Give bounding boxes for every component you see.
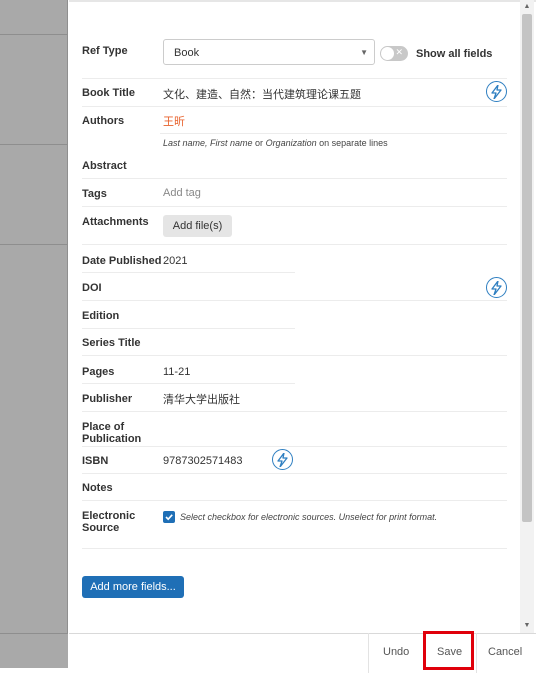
tags-label: Tags	[82, 188, 107, 200]
field-divider	[82, 244, 507, 245]
authors-hint-tail: on separate lines	[316, 138, 388, 148]
book-title-label: Book Title	[82, 87, 135, 99]
left-pane-divider	[0, 144, 67, 145]
pages-field[interactable]: 11-21	[163, 366, 190, 378]
field-divider	[160, 133, 507, 134]
field-divider	[82, 106, 507, 107]
undo-button[interactable]: Undo	[383, 646, 409, 658]
abstract-label: Abstract	[82, 160, 127, 172]
panel-top-border	[69, 0, 536, 2]
electronic-source-checkbox[interactable]	[163, 511, 175, 523]
authors-hint-name: Last name, First name	[163, 138, 253, 148]
show-all-fields-label: Show all fields	[416, 48, 493, 60]
add-more-fields-button[interactable]: Add more fields...	[82, 576, 184, 598]
authors-label: Authors	[82, 115, 125, 127]
caret-down-icon: ▼	[360, 48, 368, 57]
field-divider	[82, 300, 507, 301]
field-divider	[82, 500, 507, 501]
place-of-publication-label-line1: Place of	[82, 421, 125, 433]
electronic-source-label-line2: Source	[82, 522, 120, 534]
add-files-button[interactable]: Add file(s)	[163, 215, 232, 237]
field-divider	[82, 272, 295, 273]
authors-field[interactable]: 王昕	[163, 116, 185, 128]
doi-label: DOI	[82, 282, 102, 294]
lightning-bolt-icon[interactable]	[486, 81, 507, 102]
toggle-knob	[381, 47, 394, 60]
date-published-label: Date Published	[82, 255, 162, 267]
scroll-down-icon[interactable]: ▼	[520, 620, 534, 632]
field-divider	[82, 446, 507, 447]
scrollbar-thumb[interactable]	[522, 14, 532, 522]
toggle-off-icon: ✕	[395, 47, 403, 57]
authors-hint-org: Organization	[265, 138, 317, 148]
field-divider	[82, 411, 507, 412]
notes-label: Notes	[82, 482, 113, 494]
publisher-field[interactable]: 清华大学出版社	[163, 394, 240, 406]
lightning-bolt-icon[interactable]	[486, 277, 507, 298]
field-divider	[82, 78, 507, 79]
left-pane-bottom	[0, 633, 68, 668]
field-divider	[82, 328, 295, 329]
field-divider	[82, 355, 507, 356]
cancel-button[interactable]: Cancel	[488, 646, 522, 658]
save-highlight-box	[423, 631, 474, 670]
authors-hint: Last name, First name or Organization on…	[163, 137, 388, 149]
authors-hint-or: or	[252, 138, 266, 148]
isbn-label: ISBN	[82, 455, 109, 467]
background-left-pane	[0, 0, 68, 668]
field-divider	[82, 548, 507, 549]
left-pane-divider	[0, 34, 67, 35]
ref-type-select[interactable]: Book ▼	[163, 39, 375, 65]
place-of-publication-label-line2: Publication	[82, 433, 142, 445]
series-title-label: Series Title	[82, 337, 141, 349]
checkmark-icon	[165, 514, 173, 521]
lightning-bolt-icon[interactable]	[272, 449, 293, 470]
field-divider	[82, 178, 507, 179]
field-divider	[82, 206, 507, 207]
edition-label: Edition	[82, 310, 120, 322]
attachments-label: Attachments	[82, 216, 149, 228]
footer-divider	[368, 633, 369, 673]
tags-input[interactable]: Add tag	[163, 187, 201, 199]
scroll-up-icon[interactable]: ▲	[520, 1, 534, 13]
electronic-source-hint: Select checkbox for electronic sources. …	[180, 512, 438, 522]
ref-type-value: Book	[174, 47, 200, 59]
isbn-field[interactable]: 9787302571483	[163, 455, 243, 467]
ref-type-label: Ref Type	[82, 45, 128, 57]
date-published-field[interactable]: 2021	[163, 255, 187, 267]
book-title-field[interactable]: 文化、建造、自然：当代建筑理论课五题	[163, 89, 361, 101]
left-pane-divider	[0, 244, 67, 245]
footer-divider	[476, 633, 477, 673]
pages-label: Pages	[82, 366, 115, 378]
electronic-source-label-line1: Electronic	[82, 510, 136, 522]
show-all-fields-toggle[interactable]: ✕	[380, 46, 408, 61]
publisher-label: Publisher	[82, 393, 133, 405]
field-divider	[82, 473, 507, 474]
field-divider	[82, 383, 295, 384]
